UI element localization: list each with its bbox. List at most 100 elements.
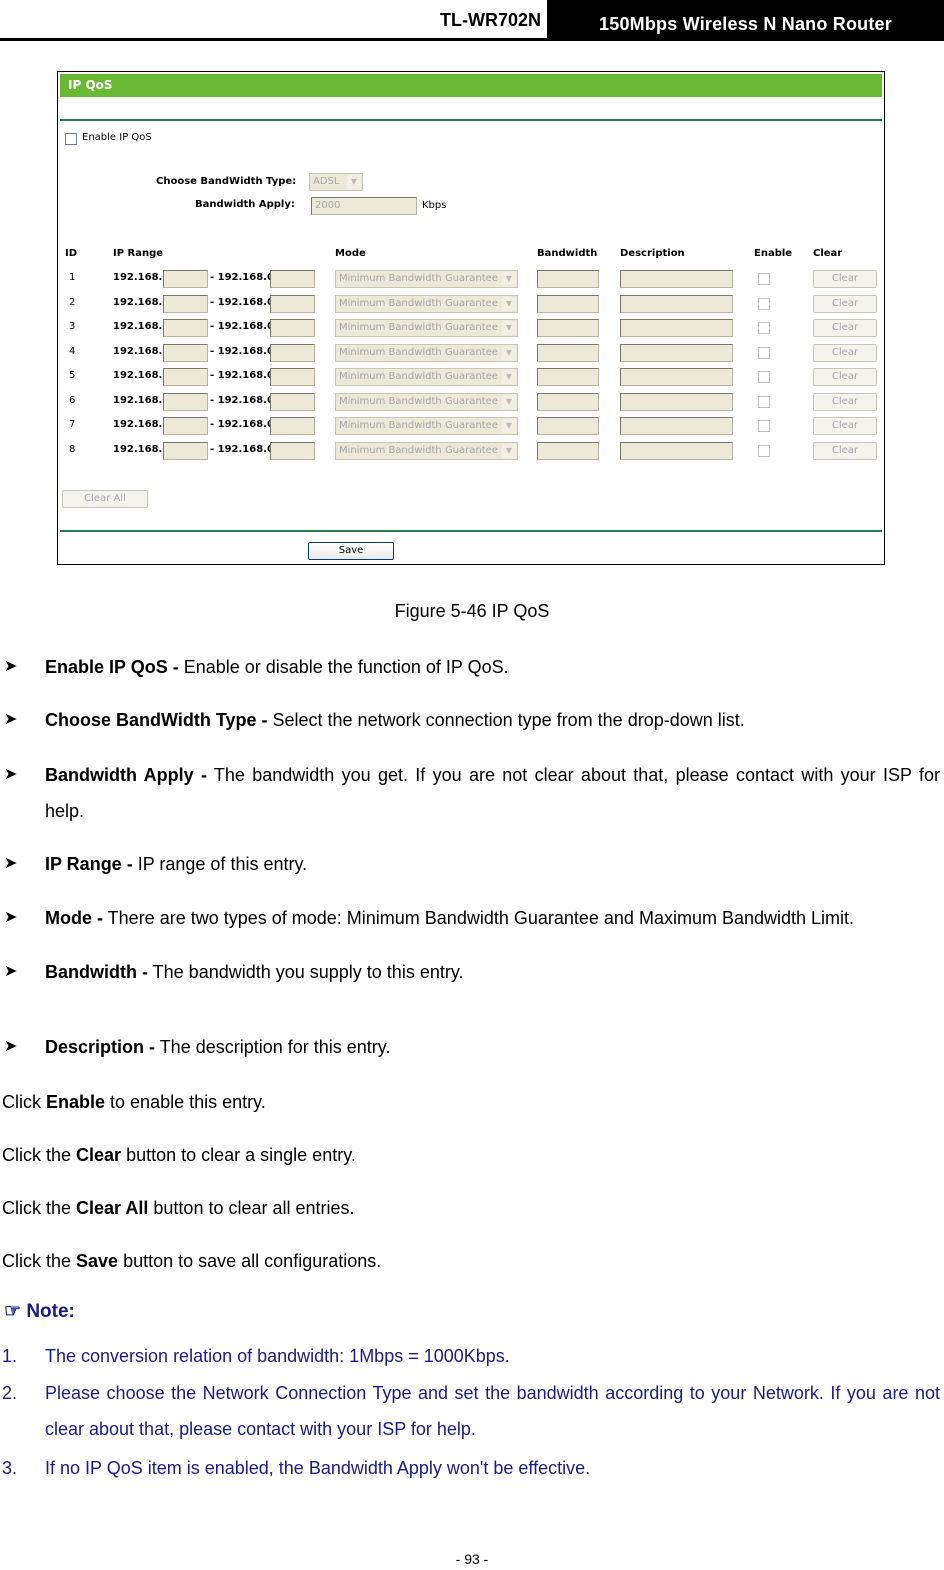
- para-bold: Enable: [46, 1092, 106, 1112]
- mode-select[interactable]: Minimum Bandwidth Guarantee ▼: [335, 270, 518, 288]
- bullet-term: Bandwidth Apply -: [45, 765, 207, 785]
- enable-ip-qos-checkbox[interactable]: [65, 133, 77, 145]
- ip-start-input[interactable]: [163, 393, 208, 411]
- ip-start-input[interactable]: [163, 368, 208, 386]
- ip-start-input[interactable]: [163, 417, 208, 435]
- description-input[interactable]: [620, 417, 733, 435]
- mode-value: Minimum Bandwidth Guarantee: [339, 273, 498, 284]
- ip-start-input[interactable]: [163, 270, 208, 288]
- bandwidth-type-select[interactable]: ADSL ▼: [309, 173, 363, 191]
- description-input[interactable]: [620, 344, 733, 362]
- row-id: 2: [69, 297, 76, 308]
- clear-entry-button[interactable]: Clear: [813, 319, 877, 337]
- row-id: 7: [69, 419, 76, 430]
- clear-entry-button[interactable]: Clear: [813, 393, 877, 411]
- description-input[interactable]: [620, 319, 733, 337]
- bandwidth-input[interactable]: [537, 368, 599, 386]
- enable-entry-checkbox[interactable]: [758, 298, 770, 310]
- bandwidth-input[interactable]: [537, 319, 599, 337]
- bandwidth-input[interactable]: [537, 295, 599, 313]
- ip-end-input[interactable]: [270, 442, 315, 460]
- ip-prefix-end: - 192.168.0.: [210, 395, 278, 406]
- pointing-hand-icon: ☞: [4, 1301, 22, 1322]
- mode-select[interactable]: Minimum Bandwidth Guarantee ▼: [335, 319, 518, 337]
- bandwidth-input[interactable]: [537, 442, 599, 460]
- ip-end-input[interactable]: [270, 368, 315, 386]
- arrow-bullet-icon: ➤: [4, 766, 18, 783]
- enable-entry-checkbox[interactable]: [758, 420, 770, 432]
- description-input[interactable]: [620, 368, 733, 386]
- description-input[interactable]: [620, 442, 733, 460]
- bullet-description: ➤ Description - The description for this…: [4, 1029, 940, 1065]
- clear-entry-button[interactable]: Clear: [813, 417, 877, 435]
- col-mode: Mode: [335, 248, 366, 259]
- mode-select[interactable]: Minimum Bandwidth Guarantee ▼: [335, 344, 518, 362]
- enable-entry-checkbox[interactable]: [758, 322, 770, 334]
- paragraph-save: Click the Save button to save all config…: [2, 1251, 381, 1272]
- bandwidth-apply-label: Bandwidth Apply:: [195, 199, 295, 210]
- bullet-term: Enable IP QoS -: [45, 657, 179, 677]
- chevron-down-icon: ▼: [502, 370, 516, 384]
- arrow-bullet-icon: ➤: [4, 909, 18, 926]
- col-description: Description: [620, 248, 685, 259]
- note-number: 3.: [2, 1458, 18, 1478]
- row-id: 1: [69, 272, 76, 283]
- col-id: ID: [65, 248, 78, 259]
- divider-top: [60, 119, 882, 121]
- bullet-text: Enable or disable the function of IP QoS…: [178, 657, 509, 677]
- enable-entry-checkbox[interactable]: [758, 371, 770, 383]
- chevron-down-icon: ▼: [502, 444, 516, 458]
- row-id: 3: [69, 321, 76, 332]
- ip-start-input[interactable]: [163, 319, 208, 337]
- ip-start-input[interactable]: [163, 344, 208, 362]
- bandwidth-input[interactable]: [537, 270, 599, 288]
- bullet-text: The bandwidth you supply to this entry.: [147, 962, 464, 982]
- ip-end-input[interactable]: [270, 270, 315, 288]
- note-text: Please choose the Network Connection Typ…: [45, 1383, 940, 1439]
- bandwidth-input[interactable]: [537, 344, 599, 362]
- bandwidth-type-label: Choose BandWidth Type:: [156, 176, 297, 187]
- ip-start-input[interactable]: [163, 295, 208, 313]
- ip-end-input[interactable]: [270, 344, 315, 362]
- mode-select[interactable]: Minimum Bandwidth Guarantee ▼: [335, 442, 518, 460]
- enable-entry-checkbox[interactable]: [758, 396, 770, 408]
- clear-entry-button[interactable]: Clear: [813, 442, 877, 460]
- bandwidth-input[interactable]: [537, 393, 599, 411]
- description-input[interactable]: [620, 393, 733, 411]
- save-button[interactable]: Save: [308, 542, 394, 560]
- ip-end-input[interactable]: [270, 417, 315, 435]
- para-text: button to clear a single entry.: [121, 1145, 356, 1165]
- header-rule: [0, 38, 944, 41]
- ip-prefix-end: - 192.168.0.: [210, 419, 278, 430]
- description-input[interactable]: [620, 295, 733, 313]
- ip-end-input[interactable]: [270, 295, 315, 313]
- mode-select[interactable]: Minimum Bandwidth Guarantee ▼: [335, 417, 518, 435]
- bullet-bandwidth: ➤ Bandwidth - The bandwidth you supply t…: [4, 954, 940, 990]
- mode-select[interactable]: Minimum Bandwidth Guarantee ▼: [335, 295, 518, 313]
- description-input[interactable]: [620, 270, 733, 288]
- clear-all-button[interactable]: Clear All: [62, 490, 148, 508]
- ip-prefix-end: - 192.168.0.: [210, 272, 278, 283]
- ip-end-input[interactable]: [270, 319, 315, 337]
- clear-entry-button[interactable]: Clear: [813, 270, 877, 288]
- mode-select[interactable]: Minimum Bandwidth Guarantee ▼: [335, 368, 518, 386]
- clear-entry-button[interactable]: Clear: [813, 295, 877, 313]
- enable-entry-checkbox[interactable]: [758, 273, 770, 285]
- para-bold: Save: [76, 1251, 119, 1271]
- ip-end-input[interactable]: [270, 393, 315, 411]
- ip-start-input[interactable]: [163, 442, 208, 460]
- mode-value: Minimum Bandwidth Guarantee: [339, 420, 498, 431]
- clear-entry-button[interactable]: Clear: [813, 368, 877, 386]
- chevron-down-icon: ▼: [502, 321, 516, 335]
- clear-entry-button[interactable]: Clear: [813, 344, 877, 362]
- bullet-mode: ➤ Mode - There are two types of mode: Mi…: [4, 900, 940, 936]
- paragraph-clear-all: Click the Clear All button to clear all …: [2, 1198, 355, 1219]
- enable-entry-checkbox[interactable]: [758, 445, 770, 457]
- mode-select[interactable]: Minimum Bandwidth Guarantee ▼: [335, 393, 518, 411]
- bullet-text: Select the network connection type from …: [267, 710, 745, 730]
- bandwidth-apply-input[interactable]: 2000: [311, 197, 417, 215]
- figure-caption: Figure 5-46 IP QoS: [394, 601, 550, 621]
- enable-entry-checkbox[interactable]: [758, 347, 770, 359]
- row-id: 8: [69, 444, 76, 455]
- bandwidth-input[interactable]: [537, 417, 599, 435]
